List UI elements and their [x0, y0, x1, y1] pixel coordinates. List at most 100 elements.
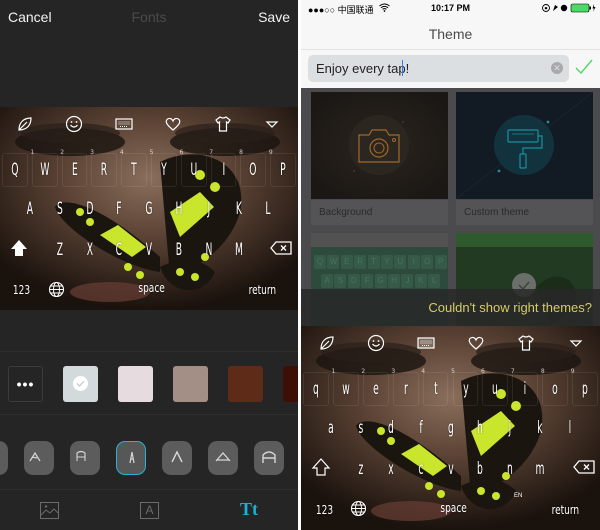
color-swatch[interactable]	[283, 366, 298, 402]
key-s[interactable]: s	[352, 418, 370, 438]
key-o[interactable]: O	[244, 160, 262, 180]
key-j[interactable]: j	[501, 418, 519, 438]
shift-filled-icon[interactable]	[9, 238, 29, 258]
color-swatch[interactable]	[63, 366, 98, 402]
key-q[interactable]: Q	[6, 160, 24, 180]
key-l[interactable]: L	[259, 199, 277, 219]
theme-name-input[interactable]	[308, 55, 569, 82]
key-c[interactable]: C	[110, 240, 128, 260]
key-v[interactable]: V	[140, 240, 158, 260]
key-o[interactable]: o	[546, 379, 564, 399]
key-j[interactable]: J	[200, 199, 218, 219]
key-b[interactable]: B	[170, 240, 188, 260]
more-colors-button[interactable]: •••	[8, 366, 43, 402]
dropdown-triangle-icon[interactable]	[567, 334, 585, 352]
font-option-button[interactable]	[254, 441, 284, 475]
key-m[interactable]: M	[229, 240, 247, 260]
key-x[interactable]: X	[80, 240, 98, 260]
globe-icon[interactable]	[48, 281, 65, 298]
font-tt-icon[interactable]: Tt	[240, 499, 258, 520]
key-u[interactable]: u	[486, 379, 504, 399]
return-key[interactable]: return	[552, 503, 580, 517]
key-g[interactable]: g	[442, 418, 460, 438]
key-x[interactable]: x	[382, 459, 400, 479]
backspace-icon[interactable]	[573, 460, 595, 474]
key-f[interactable]: F	[110, 199, 128, 219]
save-button[interactable]: Save	[258, 9, 290, 25]
key-b[interactable]: b	[471, 459, 489, 479]
key-r[interactable]: R	[95, 160, 113, 180]
keyboard-icon[interactable]	[417, 334, 435, 352]
return-key[interactable]: return	[249, 283, 277, 297]
shift-outline-icon[interactable]	[311, 457, 331, 477]
key-z[interactable]: z	[352, 459, 370, 479]
themes-help-banner[interactable]: Couldn't show right themes?	[301, 289, 600, 327]
key-t[interactable]: t	[427, 379, 445, 399]
key-n[interactable]: N	[200, 240, 218, 260]
font-option-button[interactable]	[116, 441, 146, 475]
clear-text-button[interactable]: ✕	[551, 62, 563, 74]
key-p[interactable]: p	[576, 379, 594, 399]
key-c[interactable]: c	[412, 459, 430, 479]
key-i[interactable]: I	[215, 160, 233, 180]
dropdown-triangle-icon[interactable]	[263, 115, 281, 133]
key-y[interactable]: y	[456, 379, 474, 399]
key-k[interactable]: K	[229, 199, 247, 219]
key-k[interactable]: k	[531, 418, 549, 438]
key-u[interactable]: U	[185, 160, 203, 180]
numbers-key[interactable]: 123	[13, 283, 30, 297]
key-q[interactable]: q	[307, 379, 325, 399]
key-z[interactable]: Z	[51, 240, 69, 260]
smiley-icon[interactable]	[65, 115, 83, 133]
tshirt-icon[interactable]	[214, 115, 232, 133]
smiley-icon[interactable]	[367, 334, 385, 352]
key-d[interactable]: D	[80, 199, 98, 219]
key-s[interactable]: S	[51, 199, 69, 219]
space-key[interactable]: space	[440, 501, 466, 515]
color-swatch[interactable]	[173, 366, 208, 402]
tshirt-icon[interactable]	[517, 334, 535, 352]
font-option-button[interactable]	[24, 441, 54, 475]
key-v[interactable]: v	[442, 459, 460, 479]
heart-icon[interactable]	[164, 115, 182, 133]
numbers-key[interactable]: 123	[316, 503, 333, 517]
key-g[interactable]: G	[140, 199, 158, 219]
key-y[interactable]: Y	[155, 160, 173, 180]
image-icon[interactable]	[40, 502, 59, 519]
keyboard-icon[interactable]	[115, 115, 133, 133]
key-letter-icon[interactable]: A	[140, 502, 159, 519]
themes-help-link[interactable]: Couldn't show right themes?	[428, 300, 592, 315]
key-r[interactable]: r	[397, 379, 415, 399]
key-l[interactable]: l	[561, 418, 579, 438]
leaf-icon[interactable]	[318, 334, 336, 352]
heart-icon[interactable]	[467, 334, 485, 352]
more-label: •••	[16, 376, 35, 392]
key-a[interactable]: A	[21, 199, 39, 219]
key-e[interactable]: E	[66, 160, 84, 180]
font-option-button[interactable]	[208, 441, 238, 475]
space-key[interactable]: space	[138, 281, 164, 295]
key-n[interactable]: n	[501, 459, 519, 479]
backspace-icon[interactable]	[270, 241, 292, 255]
globe-icon[interactable]	[350, 500, 367, 517]
key-i[interactable]: i	[516, 379, 534, 399]
checkmark-icon[interactable]	[574, 58, 594, 76]
key-t[interactable]: T	[125, 160, 143, 180]
key-p[interactable]: P	[274, 160, 292, 180]
key-e[interactable]: e	[367, 379, 385, 399]
color-swatch[interactable]	[118, 366, 153, 402]
key-f[interactable]: f	[412, 418, 430, 438]
font-option-button[interactable]	[70, 441, 100, 475]
key-w[interactable]: w	[337, 379, 355, 399]
key-m[interactable]: m	[531, 459, 549, 479]
key-h[interactable]: h	[471, 418, 489, 438]
editor-tab-bar: A Tt	[0, 490, 298, 530]
key-h[interactable]: H	[170, 199, 188, 219]
font-option-button[interactable]	[0, 441, 8, 475]
key-a[interactable]: a	[322, 418, 340, 438]
color-swatch[interactable]	[228, 366, 263, 402]
key-d[interactable]: d	[382, 418, 400, 438]
leaf-icon[interactable]	[16, 115, 34, 133]
font-option-button[interactable]	[162, 441, 192, 475]
key-w[interactable]: W	[36, 160, 54, 180]
